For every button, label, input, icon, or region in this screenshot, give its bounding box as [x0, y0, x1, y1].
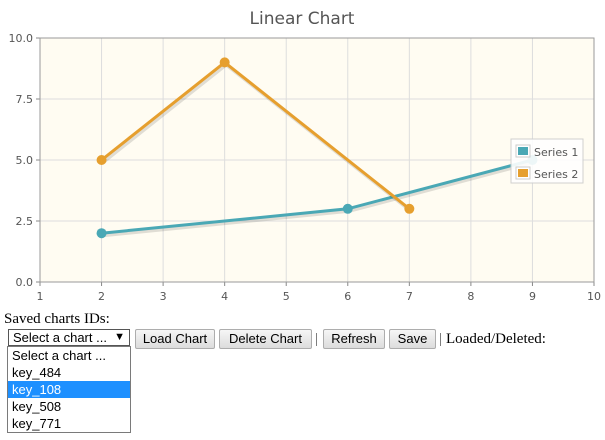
- y-tick-label: 2.5: [16, 215, 34, 228]
- data-point: [96, 228, 107, 239]
- chart: Linear Chart 1 2 3 4 5 6 7 8 9 10 0.0 2.5 5.0 7.5 10.0 S…: [0, 0, 605, 305]
- chart-select-value: Select a chart ...: [13, 330, 107, 345]
- dropdown-arrow-icon: ▼: [114, 331, 125, 343]
- chart-select[interactable]: Select a chart ... ▼: [8, 329, 130, 346]
- chart-svg: Linear Chart 1 2 3 4 5 6 7 8 9 10 0.0 2.5 5.0 7.5 10.0 S…: [9, 9, 602, 303]
- chart-title: Linear Chart: [250, 9, 355, 29]
- x-tick-label: 8: [467, 290, 474, 303]
- x-tick-label: 4: [221, 290, 228, 303]
- dropdown-option[interactable]: key_508: [8, 398, 130, 415]
- x-tick-label: 5: [283, 290, 290, 303]
- x-tick-label: 3: [160, 290, 167, 303]
- separator: |: [315, 331, 319, 347]
- load-chart-button[interactable]: Load Chart: [135, 329, 215, 349]
- y-tick-label: 10.0: [9, 32, 34, 45]
- x-tick-label: 2: [98, 290, 105, 303]
- legend-swatch: [518, 169, 528, 177]
- save-button[interactable]: Save: [389, 329, 436, 349]
- dropdown-option[interactable]: Select a chart ...: [8, 347, 130, 364]
- dropdown-option[interactable]: key_484: [8, 364, 130, 381]
- separator: |: [439, 331, 443, 347]
- legend-label: Series 1: [534, 146, 578, 159]
- saved-charts-label: Saved charts IDs:: [4, 311, 110, 327]
- x-tick-label: 1: [37, 290, 44, 303]
- y-tick-label: 0.0: [16, 276, 34, 289]
- legend-swatch: [518, 147, 528, 155]
- x-tick-label: 10: [587, 290, 601, 303]
- dropdown-option[interactable]: key_771: [8, 415, 130, 432]
- delete-chart-button[interactable]: Delete Chart: [219, 329, 312, 349]
- x-tick-label: 7: [406, 290, 413, 303]
- data-point: [404, 203, 415, 214]
- refresh-button[interactable]: Refresh: [323, 329, 385, 349]
- x-tick-label: 6: [344, 290, 351, 303]
- y-tick-label: 5.0: [16, 154, 34, 167]
- controls-panel: Saved charts IDs: Load Chart Delete Char…: [4, 311, 604, 349]
- status-label: Loaded/Deleted:: [446, 331, 546, 347]
- data-point: [96, 155, 107, 165]
- data-point: [219, 57, 230, 68]
- data-point: [342, 203, 353, 214]
- x-tick-label: 9: [529, 290, 536, 303]
- legend-label: Series 2: [534, 168, 578, 181]
- y-tick-label: 7.5: [16, 93, 34, 106]
- chart-select-dropdown: Select a chart ... key_484 key_108 key_508 k…: [7, 346, 131, 433]
- dropdown-option[interactable]: key_108: [8, 381, 130, 398]
